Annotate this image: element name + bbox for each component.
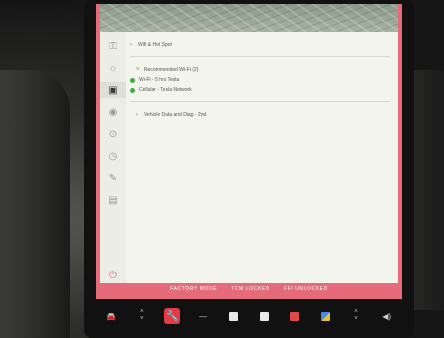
car-icon[interactable]: 🚘	[103, 308, 119, 324]
calendar-icon	[290, 311, 300, 321]
passenger-climate[interactable]: ˄ ˅	[348, 308, 364, 324]
service-icon[interactable]: ✎	[105, 170, 121, 186]
volume-icon[interactable]: ◀)	[379, 308, 395, 324]
status-factory-mode: FACTORY MODE	[170, 286, 218, 292]
driver-seat	[0, 70, 70, 338]
steering-icon[interactable]: ⊙	[105, 126, 121, 142]
chevron-right-icon: ›	[130, 42, 132, 48]
divider	[130, 56, 390, 57]
wifi-hotspot-row[interactable]: › Wifi & Hot Spot	[130, 40, 390, 50]
app-tile-icon	[229, 311, 239, 321]
temp-up-icon[interactable]: ˄	[140, 309, 144, 316]
wrench-icon[interactable]: 🔧	[164, 308, 181, 324]
status-bar: FACTORY MODE TCM LOCKED FFI UNLOCKED	[100, 283, 398, 295]
map-view[interactable]	[100, 4, 398, 32]
app-tile[interactable]	[256, 308, 272, 324]
vehicle-data-label: Vehicle Data and Diag - 2nd	[144, 112, 207, 118]
wifi-hotspot-label: Wifi & Hot Spot	[138, 42, 172, 48]
touchscreen: ⚿ ☼ ▣ ◉ ⊙ ◷ ✎ ▤ ⏻ › Wifi & Hot Spot ˅ Re…	[96, 4, 402, 299]
exit-icon[interactable]: ⏻	[105, 267, 121, 283]
selected-indicator	[130, 87, 135, 93]
apps-icon	[320, 311, 330, 321]
option-label: Wi-Fi - 5 hrs Tesla	[139, 77, 180, 83]
status-ffi-unlocked: FFI UNLOCKED	[283, 286, 328, 292]
chevron-right-icon: ›	[136, 112, 138, 118]
section-header[interactable]: ˅ Recommended Wi-Fi (2)	[130, 65, 390, 75]
temp-down-icon[interactable]: ˅	[140, 316, 144, 323]
apps-tile[interactable]	[317, 308, 333, 324]
settings-panel: › Wifi & Hot Spot ˅ Recommended Wi-Fi (2…	[130, 40, 390, 120]
settings-sidebar: ⚿ ☼ ▣ ◉ ⊙ ◷ ✎ ▤ ⏻	[100, 32, 126, 295]
status-tcm-locked: TCM LOCKED	[231, 286, 270, 292]
schedule-icon[interactable]: ◷	[105, 148, 121, 164]
option-row[interactable]: Wi-Fi - 5 hrs Tesla	[130, 75, 390, 85]
climate-control[interactable]: ˄ ˅	[134, 308, 150, 324]
chevron-down-icon: ˅	[136, 67, 140, 73]
software-icon[interactable]: ▤	[105, 192, 121, 208]
vehicle-data-row[interactable]: › Vehicle Data and Diag - 2nd	[130, 110, 390, 120]
app-tile[interactable]	[226, 308, 242, 324]
option-row[interactable]: Cellular - Tesla Network	[130, 85, 390, 95]
temp-down-icon[interactable]: ˅	[354, 316, 358, 323]
lights-icon[interactable]: ☼	[105, 60, 121, 76]
bottom-dock: 🚘 ˄ ˅ 🔧 — ˄ ˅ ◀)	[96, 300, 402, 332]
divider	[130, 101, 390, 102]
calendar-tile[interactable]	[287, 308, 303, 324]
driving-icon[interactable]: ◉	[105, 104, 121, 120]
selected-indicator	[130, 77, 135, 83]
display-icon[interactable]: ▣	[100, 82, 126, 98]
app-tile-icon	[259, 311, 269, 321]
option-label: Cellular - Tesla Network	[139, 87, 192, 93]
lock-icon[interactable]: ⚿	[105, 38, 121, 54]
section-header-label: Recommended Wi-Fi (2)	[144, 67, 199, 73]
temp-up-icon[interactable]: ˄	[354, 309, 358, 316]
dash-icon[interactable]: —	[195, 308, 211, 324]
